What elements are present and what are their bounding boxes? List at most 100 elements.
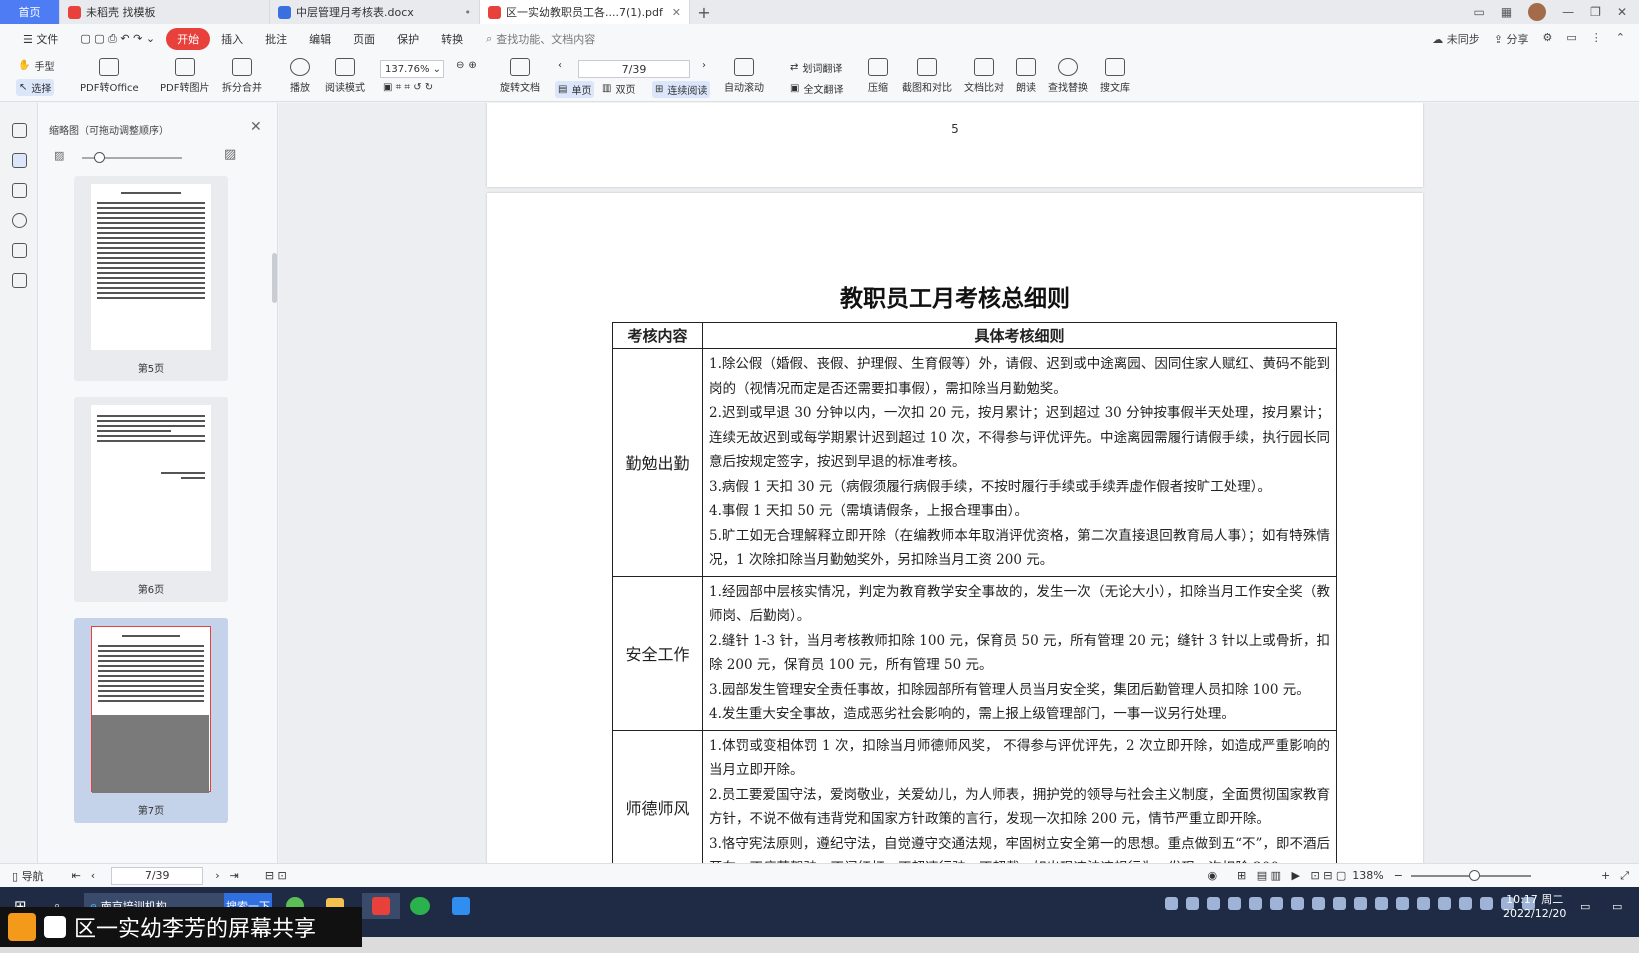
layers-icon[interactable]	[12, 273, 27, 288]
auto-scroll-button[interactable]: 自动滚动	[724, 58, 764, 94]
chevron-left-icon: ‹	[558, 60, 562, 71]
bookmark-icon[interactable]	[12, 123, 27, 138]
attachment-icon[interactable]	[12, 213, 27, 228]
zoom-minus-icon[interactable]: −	[1394, 869, 1403, 882]
zoom-out-icon[interactable]: ⊖	[456, 60, 464, 71]
read-aloud-button[interactable]: 朗读	[1016, 58, 1036, 94]
close-icon[interactable]: ✕	[250, 119, 262, 135]
next-page-button[interactable]: ›	[702, 60, 706, 71]
signature-icon[interactable]	[12, 243, 27, 258]
comment-panel-icon[interactable]	[12, 183, 27, 198]
compress-button[interactable]: 压缩	[868, 58, 888, 94]
page-input[interactable]: 7/39	[578, 60, 690, 78]
menu-page[interactable]: 页面	[342, 31, 386, 47]
grid-icon[interactable]: ▦	[1501, 5, 1512, 19]
pdf-image-icon	[174, 58, 195, 76]
menu-edit[interactable]: 编辑	[298, 31, 342, 47]
function-search-label: 查找功能、文档内容	[496, 33, 596, 46]
screenshot-compare-button[interactable]: 截图和对比	[902, 58, 952, 94]
double-page-button[interactable]: ▥ 双页	[602, 81, 635, 96]
chevron-up-icon[interactable]: ⌃	[1616, 31, 1625, 47]
file-menu[interactable]: ☰ 文件	[12, 31, 69, 47]
pdf-to-office-button[interactable]: PDF转Office	[80, 58, 139, 94]
share-button[interactable]: ⇪ 分享	[1494, 31, 1529, 47]
taskbar-wps[interactable]	[362, 893, 400, 919]
panel-scrollbar[interactable]	[272, 253, 277, 303]
taskbar-meeting[interactable]	[452, 893, 470, 919]
prev-page-button[interactable]: ‹	[558, 60, 562, 71]
share-banner-text: 区一实幼李芳的屏幕共享	[74, 917, 317, 942]
new-tab-button[interactable]: +	[690, 3, 718, 22]
play-button[interactable]: 播放	[290, 58, 310, 94]
thumbnail-icon[interactable]	[12, 153, 27, 168]
thumbnail-page-7[interactable]: 第7页	[74, 618, 228, 823]
function-search[interactable]: ⌕ 查找功能、文档内容	[486, 31, 595, 47]
select-tool-button[interactable]: ↖ 选择	[16, 79, 55, 96]
comment-icon[interactable]: ▭	[1566, 31, 1576, 47]
single-page-button[interactable]: ▤ 单页	[555, 81, 595, 98]
detail-item: 4.事假 1 天扣 50 元（需填请假条，上报合理事由）。	[709, 503, 1029, 519]
status-page-input[interactable]: 7/39	[111, 866, 204, 885]
zoom-select[interactable]: 137.76% ⌄	[380, 60, 444, 78]
fit-tools[interactable]: ▣ ⌗ ⌗ ↺ ↻	[383, 82, 433, 93]
thumbnail-page-6[interactable]: 第6页	[74, 397, 228, 602]
zoom-slider[interactable]	[1410, 869, 1531, 881]
view-toggle-icons[interactable]: ⊟ ⊡	[265, 869, 287, 882]
notification-icon[interactable]: ▭	[1580, 893, 1590, 919]
full-translate-button[interactable]: ▣ 全文翻译	[790, 81, 843, 96]
nav-button[interactable]: ▯ 导航	[12, 868, 44, 884]
zoom-plus-icon[interactable]: +	[1601, 869, 1610, 882]
slider-handle[interactable]	[94, 152, 105, 163]
menu-comment[interactable]: 批注	[254, 31, 298, 47]
rotate-doc-button[interactable]: 旋转文档	[500, 58, 540, 94]
action-center-icon[interactable]: ▭	[1612, 893, 1622, 919]
restore-icon[interactable]: ❐	[1590, 5, 1601, 19]
minimize-icon[interactable]: —	[1562, 5, 1574, 19]
doc-compare-button[interactable]: 文档比对	[964, 58, 1004, 94]
settings-icon[interactable]: ⚙	[1543, 31, 1553, 47]
close-window-icon[interactable]: ✕	[1617, 5, 1627, 19]
find-replace-label: 查找替换	[1048, 83, 1088, 94]
fit-icons: ▣ ⌗ ⌗ ↺ ↻	[383, 82, 434, 93]
zoom-in-icon[interactable]: ⊕	[468, 60, 476, 71]
close-icon[interactable]: •	[465, 6, 472, 19]
fullscreen-icon[interactable]: ⤢	[1620, 869, 1629, 883]
page-nav-next-icons[interactable]: ›⇥	[215, 869, 249, 882]
clock[interactable]: 10:17 周二 2022/12/20	[1503, 893, 1566, 921]
view-mode-icons[interactable]: ⊞ ▤ ▥ ▶ ⊡ ⊟ ▢	[1237, 869, 1346, 882]
find-replace-button[interactable]: 查找替换	[1048, 58, 1088, 94]
sync-button[interactable]: ☁ 未同步	[1432, 31, 1480, 47]
tab-docx[interactable]: 中层管理月考核表.docx •	[270, 0, 480, 24]
play-icon	[290, 58, 310, 76]
wechat-icon	[410, 897, 430, 915]
close-icon[interactable]: ✕	[672, 6, 681, 19]
split-merge-button[interactable]: 拆分合并	[222, 58, 262, 94]
hand-tool-button[interactable]: ✋ 手型	[18, 58, 54, 73]
avatar[interactable]	[1528, 3, 1547, 21]
page-nav-icons[interactable]: ⇤‹	[72, 869, 106, 882]
read-mode-button[interactable]: 阅读模式	[325, 58, 365, 94]
tab-home[interactable]: 首页	[0, 0, 60, 24]
more-icon[interactable]: ⋮	[1591, 31, 1602, 47]
word-translate-button[interactable]: ⇄ 划词翻译	[790, 60, 842, 75]
menu-insert[interactable]: 插入	[210, 31, 254, 47]
system-tray[interactable]	[1165, 897, 1535, 910]
layout-icon[interactable]: ▭	[1473, 5, 1484, 19]
tab-docer[interactable]: 未稻壳 找模板	[60, 0, 270, 24]
row-details: 1.体罚或变相体罚 1 次，扣除当月师德师风奖， 不得参与评优评先，2 次立即开…	[702, 729, 1337, 863]
continuous-read-button[interactable]: ⊞ 连续阅读	[652, 81, 711, 98]
thumbnail-image	[91, 405, 211, 571]
zoom-buttons[interactable]: ⊖ ⊕	[456, 60, 477, 71]
eye-icon[interactable]: ◉	[1207, 869, 1217, 882]
zoom-slider-handle[interactable]	[1468, 869, 1480, 881]
tab-pdf[interactable]: 区一实幼教职员工各....7(1).pdf ✕	[480, 0, 690, 24]
thumbnail-page-5[interactable]: 第5页	[74, 176, 228, 381]
menu-protect[interactable]: 保护	[386, 31, 430, 47]
status-zoom[interactable]: 138%	[1352, 869, 1383, 882]
menu-convert[interactable]: 转换	[430, 31, 474, 47]
menu-start[interactable]: 开始	[166, 28, 211, 50]
search-library-button[interactable]: 搜文库	[1100, 58, 1130, 94]
pdf-to-image-button[interactable]: PDF转图片	[160, 58, 209, 94]
page-5: 5	[487, 103, 1423, 187]
taskbar-wechat[interactable]	[410, 893, 430, 919]
